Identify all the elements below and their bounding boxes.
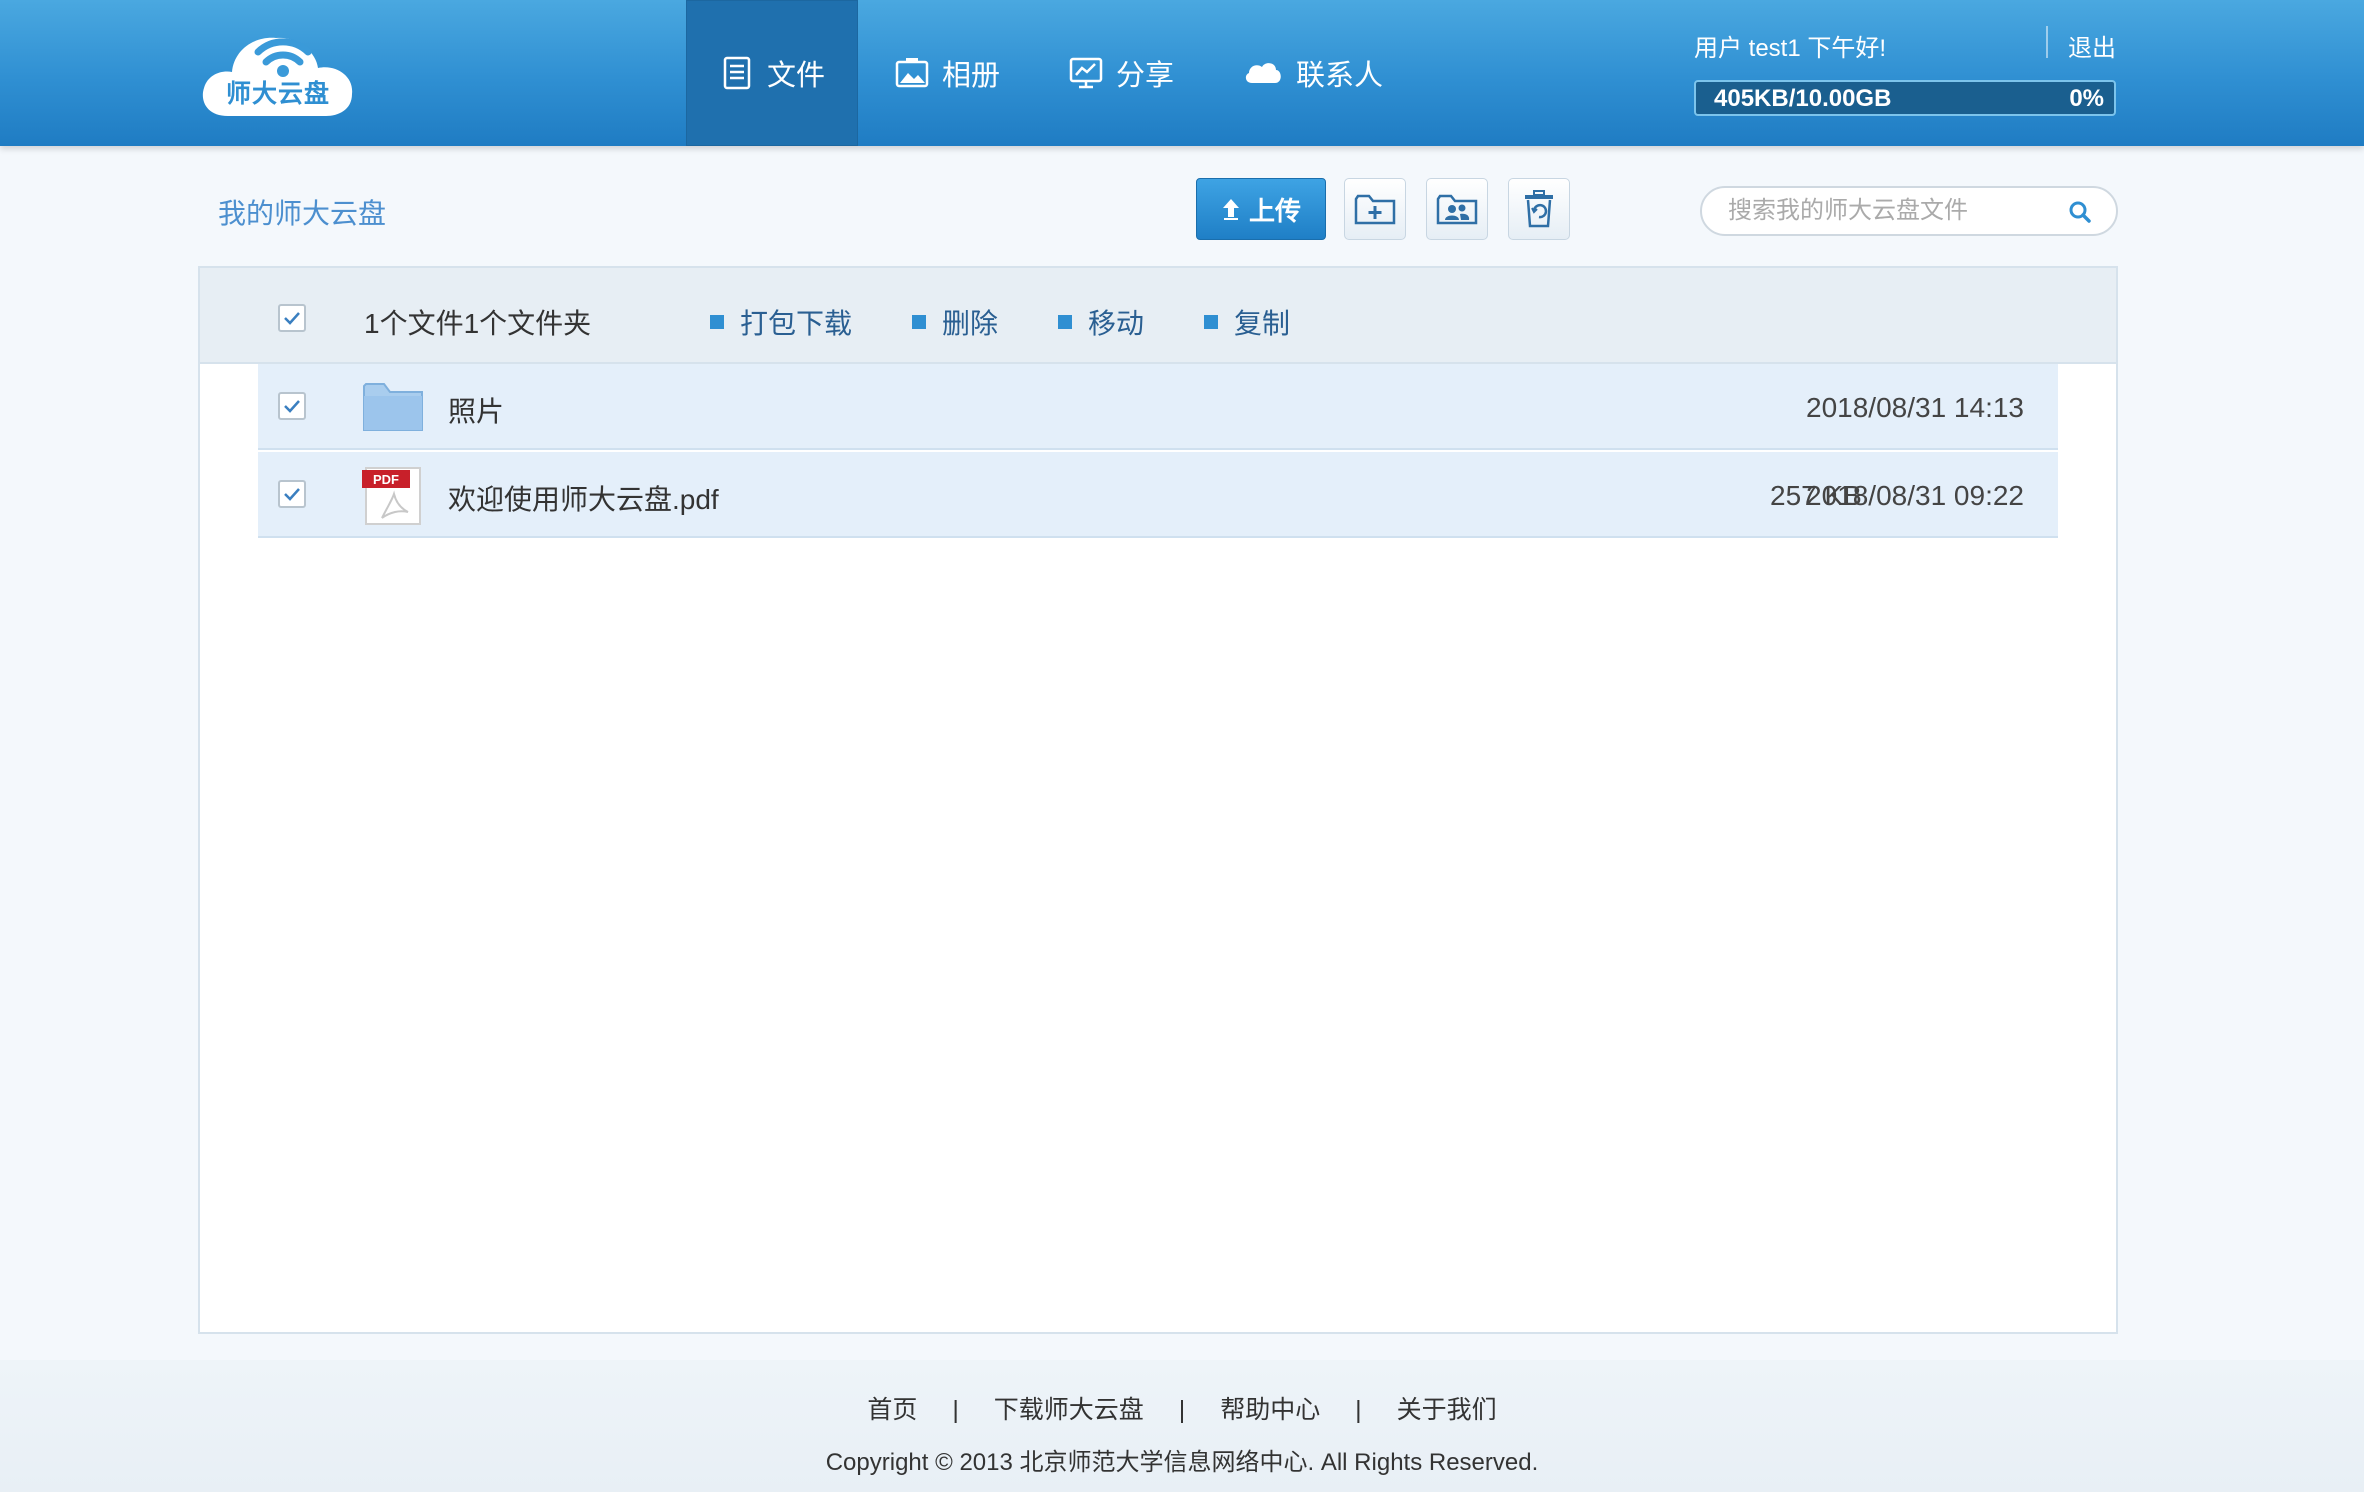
nav-tab-albums[interactable]: 相册: [858, 0, 1034, 146]
upload-button[interactable]: 上传: [1196, 178, 1326, 240]
search-icon[interactable]: [2068, 200, 2092, 224]
logo-text: 师大云盘: [225, 80, 330, 108]
pack-download-action[interactable]: 打包下载: [710, 302, 852, 342]
footer-link-help[interactable]: 帮助中心: [1220, 1396, 1320, 1424]
file-row[interactable]: PDF 欢迎使用师大云盘.pdf 257 KB 2018/08/31 09:22: [258, 452, 2058, 538]
row-checkbox[interactable]: [278, 392, 306, 420]
bullet-square-icon: [912, 315, 926, 329]
document-icon: [723, 56, 751, 90]
file-date: 2018/08/31 09:22: [1806, 480, 2024, 511]
checkmark-icon: [284, 400, 300, 413]
delete-action[interactable]: 删除: [912, 302, 998, 342]
svg-text:PDF: PDF: [373, 472, 399, 487]
pdf-file-icon: PDF: [362, 467, 421, 525]
footer-separator: |: [1355, 1396, 1362, 1424]
top-header: 师大云盘 文件 相册 分享 联系人 用户 test1 下午好! 退出 405KB…: [0, 0, 2364, 146]
folder-icon: [363, 383, 423, 431]
folder-plus-icon: [1354, 194, 1396, 225]
bullet-square-icon: [1058, 315, 1072, 329]
selection-summary: 1个文件1个文件夹: [364, 308, 592, 339]
file-name[interactable]: 照片: [448, 390, 504, 430]
header-divider: [2046, 26, 2048, 58]
upload-arrow-icon: [1222, 199, 1239, 220]
move-action[interactable]: 移动: [1058, 302, 1144, 342]
nav-tab-label: 分享: [1116, 60, 1175, 92]
footer-separator: |: [1178, 1396, 1186, 1424]
checkmark-icon: [284, 312, 300, 325]
folder-users-icon: [1436, 194, 1478, 225]
main-nav: 文件 相册 分享 联系人: [686, 0, 1417, 146]
nav-tab-share[interactable]: 分享: [1034, 0, 1208, 146]
bullet-square-icon: [710, 315, 724, 329]
quota-percent-label: 0%: [2069, 85, 2104, 112]
recycle-bin-button[interactable]: [1508, 178, 1570, 240]
nav-tab-label: 相册: [942, 60, 1001, 92]
file-name[interactable]: 欢迎使用师大云盘.pdf: [448, 478, 719, 518]
file-row[interactable]: 照片 2018/08/31 14:13: [258, 364, 2058, 450]
action-label: 打包下载: [740, 308, 853, 339]
file-list-panel: 1个文件1个文件夹 打包下载 删除 移动 复制 照片 2018/08/31 14…: [198, 266, 2118, 1334]
logo[interactable]: 师大云盘: [198, 16, 358, 124]
upload-label: 上传: [1248, 195, 1301, 226]
action-label: 复制: [1234, 308, 1291, 339]
new-folder-button[interactable]: [1344, 178, 1406, 240]
footer-link-download[interactable]: 下载师大云盘: [994, 1396, 1144, 1424]
page-footer: 首页 | 下载师大云盘 | 帮助中心 | 关于我们 Copyright © 20…: [0, 1360, 2364, 1492]
select-all-checkbox[interactable]: [278, 304, 306, 332]
breadcrumb[interactable]: 我的师大云盘: [218, 192, 386, 232]
footer-link-about[interactable]: 关于我们: [1397, 1396, 1497, 1424]
copyright-text: Copyright © 2013 北京师范大学信息网络中心. All Right…: [825, 1449, 1539, 1476]
checkmark-icon: [284, 488, 300, 501]
action-label: 删除: [942, 308, 999, 339]
file-list-header: 1个文件1个文件夹 打包下载 删除 移动 复制: [200, 268, 2116, 364]
share-folder-button[interactable]: [1426, 178, 1488, 240]
photo-icon: [895, 58, 929, 88]
search-input[interactable]: [1728, 196, 2048, 226]
footer-separator: |: [952, 1396, 959, 1424]
row-checkbox[interactable]: [278, 480, 306, 508]
trash-icon: [1525, 190, 1553, 228]
nav-tab-label: 文件: [766, 60, 825, 92]
file-date: 2018/08/31 14:13: [1806, 392, 2024, 423]
storage-quota-bar: 405KB/10.00GB 0%: [1694, 80, 2116, 116]
copy-action[interactable]: 复制: [1204, 302, 1290, 342]
contacts-cloud-icon: [1245, 63, 1281, 83]
user-greeting: 用户 test1 下午好!: [1694, 35, 1887, 62]
action-label: 移动: [1088, 308, 1145, 339]
nav-tab-files[interactable]: 文件: [686, 0, 858, 146]
bullet-square-icon: [1204, 315, 1218, 329]
share-monitor-icon: [1069, 57, 1103, 89]
nav-tab-contacts[interactable]: 联系人: [1208, 0, 1417, 146]
footer-links: 首页 | 下载师大云盘 | 帮助中心 | 关于我们: [0, 1390, 2364, 1426]
footer-link-home[interactable]: 首页: [867, 1396, 917, 1424]
search-box: [1700, 186, 2118, 236]
quota-used-label: 405KB/10.00GB: [1714, 85, 1892, 112]
nav-tab-label: 联系人: [1296, 60, 1384, 92]
logout-link[interactable]: 退出: [2068, 28, 2116, 63]
